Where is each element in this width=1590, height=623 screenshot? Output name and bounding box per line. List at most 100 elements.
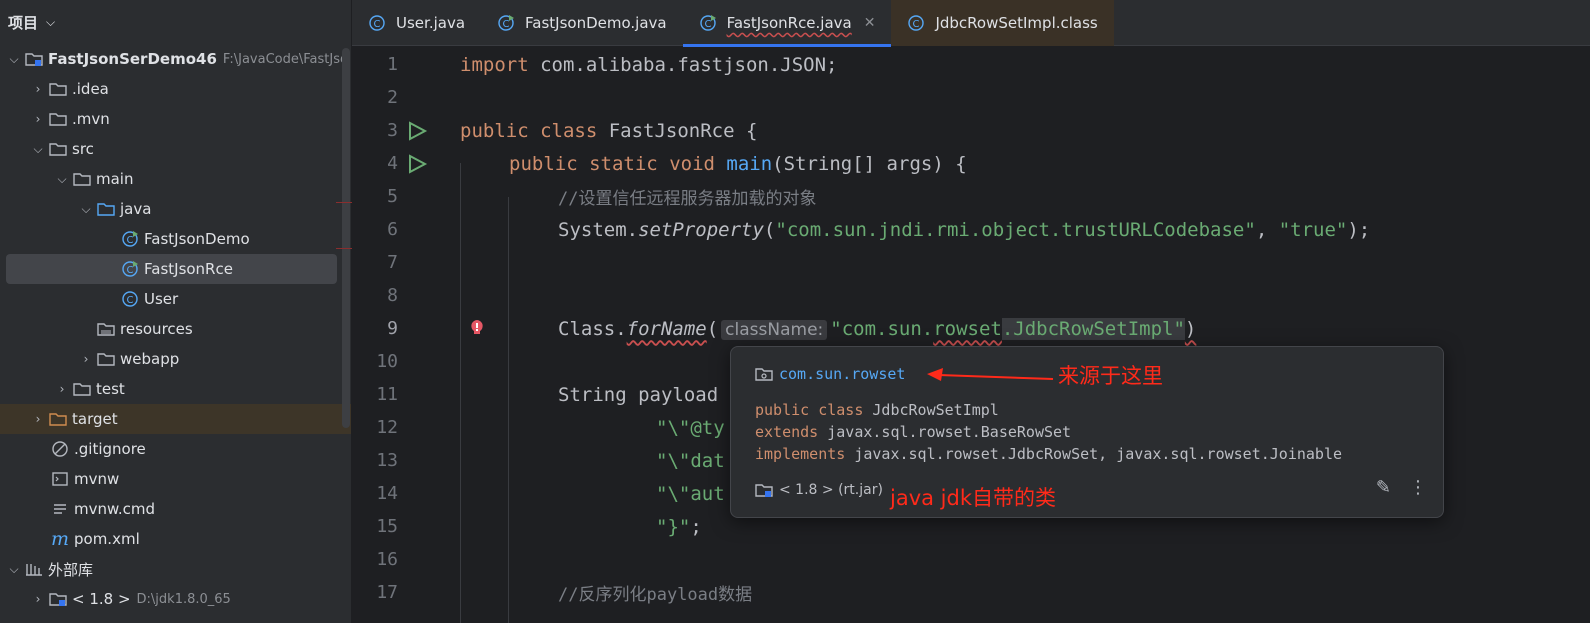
java-class-icon: C [907, 14, 925, 32]
keyword: class [540, 119, 598, 142]
svg-text:C: C [704, 19, 711, 30]
method-name: main [726, 152, 773, 175]
error-stripe-mark [336, 248, 352, 249]
code-text: "}"; [656, 516, 702, 538]
jdk-folder-icon [755, 481, 773, 499]
line-number: 5 [387, 186, 398, 207]
tree-item-path: F:\JavaCode\FastJso [222, 51, 348, 67]
package-link[interactable]: com.sun.rowset [779, 365, 905, 383]
tree-item-label: < 1.8 > [72, 590, 131, 608]
code-segment: (String[] args) { [772, 152, 967, 175]
close-icon[interactable]: ✕ [864, 15, 876, 31]
ide-window: 项目 ⌵ ⌵ FastJsonSerDemo46 F:\JavaCode\Fas… [0, 0, 1590, 623]
tree-item-mvnw-cmd[interactable]: mvnw.cmd [0, 494, 351, 524]
tab-jdbcrowsetimpl-class[interactable]: C JdbcRowSetImpl.class [891, 0, 1114, 46]
chevron-right-icon[interactable]: › [30, 112, 46, 126]
popup-package[interactable]: com.sun.rowset [755, 365, 905, 383]
tree-item-test[interactable]: › test [0, 374, 351, 404]
edit-pencil-icon[interactable]: ✎ [1376, 477, 1391, 498]
tree-item-resources[interactable]: resources [0, 314, 351, 344]
tree-item-pom[interactable]: m pom.xml [0, 524, 351, 554]
svg-text:C: C [127, 265, 134, 276]
chevron-right-icon[interactable]: › [30, 82, 46, 96]
tree-item-label: pom.xml [74, 530, 140, 548]
code-line-1: 1 import com.alibaba.fastjson.JSON; [352, 48, 1590, 81]
code-segment: com.alibaba.fastjson.JSON; [528, 53, 838, 76]
tree-item-idea[interactable]: › .idea [0, 74, 351, 104]
svg-text:C: C [127, 295, 134, 306]
editor-tabs: C User.java C FastJsonDemo.java C FastJs… [352, 0, 1590, 47]
chevron-down-icon[interactable]: ⌵ [46, 15, 55, 30]
tree-item-fastjsonrce[interactable]: C FastJsonRce [6, 254, 337, 284]
chevron-down-icon[interactable]: ⌵ [54, 172, 70, 187]
tree-item-label: target [72, 410, 118, 428]
code-line-3: 3 public class FastJsonRce { [352, 114, 1590, 147]
java-class-icon: C [368, 14, 386, 32]
keyword: static [589, 152, 658, 175]
tree-item-mvn[interactable]: › .mvn [0, 104, 351, 134]
chevron-right-icon[interactable]: › [54, 382, 70, 396]
svg-text:C: C [913, 19, 920, 30]
run-icon[interactable] [406, 153, 428, 175]
code-text: Class.forName(className: "com.sun.rowset.… [558, 317, 1197, 340]
chevron-right-icon[interactable]: › [30, 412, 46, 426]
popup-library-label: < 1.8 > (rt.jar) [779, 482, 883, 498]
tree-item-main[interactable]: ⌵ main [0, 164, 351, 194]
parameter-hint: className: [721, 319, 828, 340]
tree-item-label: webapp [120, 350, 180, 368]
keyword: public class [755, 401, 864, 419]
folder-icon [48, 79, 68, 99]
tab-label: User.java [396, 14, 466, 32]
tree-item-label: 外部库 [48, 560, 94, 579]
line-number: 6 [387, 219, 398, 240]
project-panel-header[interactable]: 项目 ⌵ [0, 0, 351, 44]
tree-item-fastjsondemo[interactable]: C FastJsonDemo [0, 224, 351, 254]
tree-item-project-root[interactable]: ⌵ FastJsonSerDemo46 F:\JavaCode\FastJso [0, 44, 351, 74]
code-line-4: 4 public static void main(String[] args)… [352, 147, 1590, 180]
keyword: void [669, 152, 715, 175]
chevron-down-icon[interactable]: ⌵ [78, 202, 94, 217]
tree-item-user[interactable]: C User [0, 284, 351, 314]
sidebar-scrollbar[interactable] [342, 48, 350, 428]
line-number: 9 [387, 318, 398, 339]
tree-item-src[interactable]: ⌵ src [0, 134, 351, 164]
tab-label: FastJsonRce.java [726, 14, 852, 32]
tree-item-mvnw[interactable]: mvnw [0, 464, 351, 494]
comment: //反序列化payload数据 [558, 585, 753, 605]
tree-item-webapp[interactable]: › webapp [0, 344, 351, 374]
chevron-down-icon[interactable]: ⌵ [6, 562, 22, 577]
chevron-down-icon[interactable]: ⌵ [6, 52, 22, 67]
tree-item-external-libraries[interactable]: ⌵ 外部库 [0, 554, 351, 584]
error-bulb-icon[interactable] [468, 318, 490, 340]
run-icon[interactable] [406, 120, 428, 142]
tree-item-label: mvnw.cmd [74, 500, 156, 518]
chevron-down-icon[interactable]: ⌵ [30, 142, 46, 157]
more-options-icon[interactable]: ⋮ [1409, 477, 1427, 498]
comment: //设置信任远程服务器加载的对象 [558, 189, 817, 209]
keyword: public [460, 119, 529, 142]
tree-item-label: .mvn [72, 110, 110, 128]
tree-item-label: test [96, 380, 125, 398]
tree-item-target[interactable]: › target [0, 404, 351, 434]
package-icon [755, 365, 773, 383]
chevron-right-icon[interactable]: › [78, 352, 94, 366]
code-segment: ) [1184, 317, 1197, 340]
tree-item-gitignore[interactable]: .gitignore [0, 434, 351, 464]
excluded-folder-icon [48, 409, 68, 429]
code-editor[interactable]: 1 import com.alibaba.fastjson.JSON; 2 3 … [352, 47, 1590, 623]
tab-label: JdbcRowSetImpl.class [935, 14, 1098, 32]
tab-user-java[interactable]: C User.java [352, 0, 481, 46]
project-panel-title: 项目 [8, 13, 39, 32]
line-number: 14 [376, 483, 398, 504]
tab-fastjsonrce-java[interactable]: C FastJsonRce.java ✕ [682, 0, 892, 47]
tree-item-jdk[interactable]: › < 1.8 > D:\jdk1.8.0_65 [0, 584, 351, 614]
tree-item-path: D:\jdk1.8.0_65 [136, 591, 231, 607]
tab-fastjsondemo-java[interactable]: C FastJsonDemo.java [481, 0, 683, 46]
folder-icon [96, 349, 116, 369]
code-line-16: 16 [352, 543, 1590, 576]
module-folder-icon [24, 49, 44, 69]
chevron-right-icon[interactable]: › [30, 592, 46, 606]
terminal-file-icon [50, 469, 70, 489]
tree-item-java[interactable]: ⌵ java [0, 194, 351, 224]
line-number: 16 [376, 549, 398, 570]
